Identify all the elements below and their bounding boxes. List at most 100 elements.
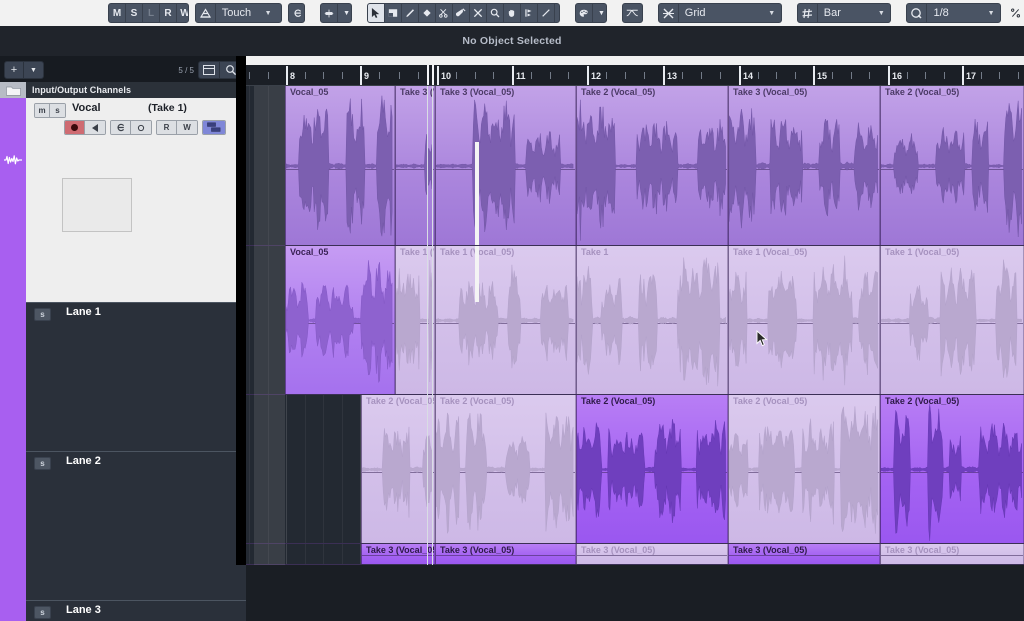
project-cursor-line[interactable] (432, 86, 433, 565)
lane-solo-button[interactable]: s (34, 606, 51, 619)
audio-clip[interactable]: Take 3 (Vocal_05) (576, 544, 728, 565)
draw-pencil-tool[interactable] (402, 4, 420, 22)
freeze-icon[interactable] (131, 121, 151, 134)
track-header-blank-area[interactable] (62, 178, 132, 232)
arrange-area[interactable]: Vocal_05Take 3 (Vocal_05)Take 3 (Vocal_0… (246, 86, 1024, 565)
lane-solo-button[interactable]: s (34, 457, 51, 470)
line-tool[interactable] (538, 4, 556, 22)
snap-point-icon[interactable] (321, 4, 339, 22)
audio-clip[interactable]: Take 2 (Vocal_05) (361, 395, 435, 544)
color-picker-group[interactable]: ▼ (574, 3, 608, 23)
automation-edit-button[interactable] (287, 3, 306, 23)
lane-header-body[interactable]: s Lane 3 (26, 600, 246, 621)
record-enable-icon[interactable] (65, 121, 85, 134)
split-scissors-tool[interactable] (436, 4, 454, 22)
audio-clip[interactable]: Vocal_05 (285, 246, 395, 395)
track-solo-button[interactable]: s (50, 104, 65, 117)
play-scrub-tool[interactable] (521, 4, 539, 22)
tool-buttons[interactable] (367, 3, 560, 23)
lane-2-row[interactable]: Take 2 (Vocal_05) Take 2 (Vocal_05) Take 2… (246, 395, 1024, 544)
main-track-row[interactable]: Vocal_05 Take 3 (Vocal_05) Take 3 (Vocal_0… (246, 86, 1024, 246)
audio-clip[interactable]: Take 2 (Vocal_05) (880, 395, 1024, 544)
track-color-strip[interactable] (0, 98, 26, 302)
timeline-ruler[interactable]: 8 9 10 11 12 13 14 15 16 17 (246, 56, 1024, 86)
track-button-row[interactable]: R W (64, 120, 226, 135)
iterative-quantize-icon[interactable] (1007, 4, 1024, 22)
audio-clip[interactable]: Take 3 (Vocal_05) (395, 86, 435, 246)
audio-clip[interactable]: Take 2 (Vocal_05) (435, 395, 576, 544)
track-header-body[interactable]: m s Vocal (Take 1) R W (26, 98, 246, 302)
arrow-select-tool[interactable] (368, 4, 386, 22)
audio-clip[interactable]: Take 2 (Vocal_05) (728, 395, 880, 544)
volume-tool[interactable] (555, 4, 559, 22)
audio-clip[interactable]: Take 3 (Vocal_05) (361, 544, 435, 565)
automation-mode-combo[interactable]: Touch ▼ (194, 3, 282, 23)
add-track-button[interactable]: + (5, 62, 24, 78)
automation-state-buttons[interactable]: M S L R W A (108, 3, 189, 23)
lane-solo-button[interactable]: s (34, 308, 51, 321)
edit-channel-group[interactable] (110, 120, 152, 135)
audio-clip[interactable]: Take 1 (576, 246, 728, 395)
write-automation-button[interactable]: W (177, 121, 197, 134)
lane-3-row[interactable]: Take 3 (Vocal_05) Take 3 (Vocal_05) Take 3… (246, 544, 1024, 565)
audio-clip[interactable]: Take 2 (Vocal_05) (576, 86, 728, 246)
hand-scrub-tool[interactable] (504, 4, 522, 22)
project-cursor-line[interactable] (427, 86, 428, 565)
chevron-down-icon[interactable]: ▼ (259, 4, 277, 22)
locator-marker[interactable] (432, 65, 434, 85)
audio-clip[interactable]: Take 3 (Vocal_05) (435, 86, 576, 246)
audio-clip[interactable]: Take 1 (Vocal_05) (435, 246, 576, 395)
automation-write-button[interactable]: W (177, 4, 187, 22)
track-mute-solo-group[interactable]: m s (34, 103, 66, 118)
grid-type-combo[interactable]: Bar ▼ (796, 3, 892, 23)
audio-clip[interactable]: Take 2 (Vocal_05) (576, 395, 728, 544)
lanes-toggle-group[interactable] (202, 120, 226, 135)
audio-clip[interactable]: Take 3 (Vocal_05) (435, 544, 576, 565)
lane-header-2[interactable]: s Lane 2 (0, 451, 246, 600)
audio-clip[interactable]: Take 3 (Vocal_05) (880, 544, 1024, 565)
track-mute-button[interactable]: m (35, 104, 50, 117)
add-track-group[interactable]: + ▼ (4, 61, 44, 79)
chevron-down-icon[interactable]: ▼ (872, 4, 890, 22)
range-select-tool[interactable] (385, 4, 403, 22)
zoom-magnifier-tool[interactable] (487, 4, 505, 22)
record-monitor-group[interactable] (64, 120, 106, 135)
audio-clip[interactable]: Vocal_05 (285, 86, 395, 246)
e-edit-icon[interactable] (289, 4, 304, 22)
chevron-down-icon[interactable]: ▼ (982, 4, 1000, 22)
list-view-icon[interactable] (199, 62, 220, 78)
chevron-down-icon[interactable]: ▼ (763, 4, 781, 22)
panel-divider[interactable] (236, 56, 479, 565)
crossfade-icon[interactable] (623, 4, 642, 22)
audio-clip[interactable]: Take 2 (Vocal_05) (880, 86, 1024, 246)
audio-clip[interactable]: Take 1 (Vocal_05) (880, 246, 1024, 395)
quantize-combo[interactable]: 1/8 ▼ (906, 3, 1002, 23)
lane-header-3[interactable]: s Lane 3 (0, 600, 246, 621)
lane-header-1[interactable]: s Lane 1 (0, 302, 246, 451)
automation-read-write-group[interactable]: R W (156, 120, 198, 135)
add-track-menu-chevron-icon[interactable]: ▼ (24, 62, 43, 78)
lane-header-body[interactable]: s Lane 1 (26, 302, 246, 451)
audio-clip[interactable]: Take 1 (Vocal_05) (395, 246, 435, 395)
panel-divider-handle[interactable] (475, 142, 479, 302)
read-automation-button[interactable]: R (157, 121, 177, 134)
snap-point-menu-chevron-icon[interactable]: ▼ (338, 4, 351, 22)
audio-clip[interactable]: Take 3 (Vocal_05) (728, 86, 880, 246)
automation-read-button[interactable]: R (160, 4, 177, 22)
mute-x-tool[interactable] (470, 4, 488, 22)
audio-clip[interactable]: Take 1 (Vocal_05) (728, 246, 880, 395)
color-menu-chevron-icon[interactable]: ▼ (593, 4, 606, 22)
color-palette-icon[interactable] (576, 4, 593, 22)
audio-clip[interactable]: Take 3 (Vocal_05) (728, 544, 880, 565)
lane-header-body[interactable]: s Lane 2 (26, 451, 246, 600)
glue-tool[interactable] (453, 4, 471, 22)
monitor-icon[interactable] (85, 121, 105, 134)
lanes-icon[interactable] (203, 121, 225, 134)
automation-mute-button[interactable]: M (109, 4, 126, 22)
locator-marker[interactable] (427, 65, 429, 85)
track-name[interactable]: Vocal (72, 102, 101, 114)
erase-tool[interactable] (419, 4, 437, 22)
io-channels-folder-row[interactable]: Input/Output Channels (0, 82, 246, 98)
lane-1-row[interactable]: Vocal_05Take 1 (Vocal_05)Take 1 (Vocal_0… (246, 246, 1024, 395)
crossfade-button[interactable] (622, 3, 643, 23)
